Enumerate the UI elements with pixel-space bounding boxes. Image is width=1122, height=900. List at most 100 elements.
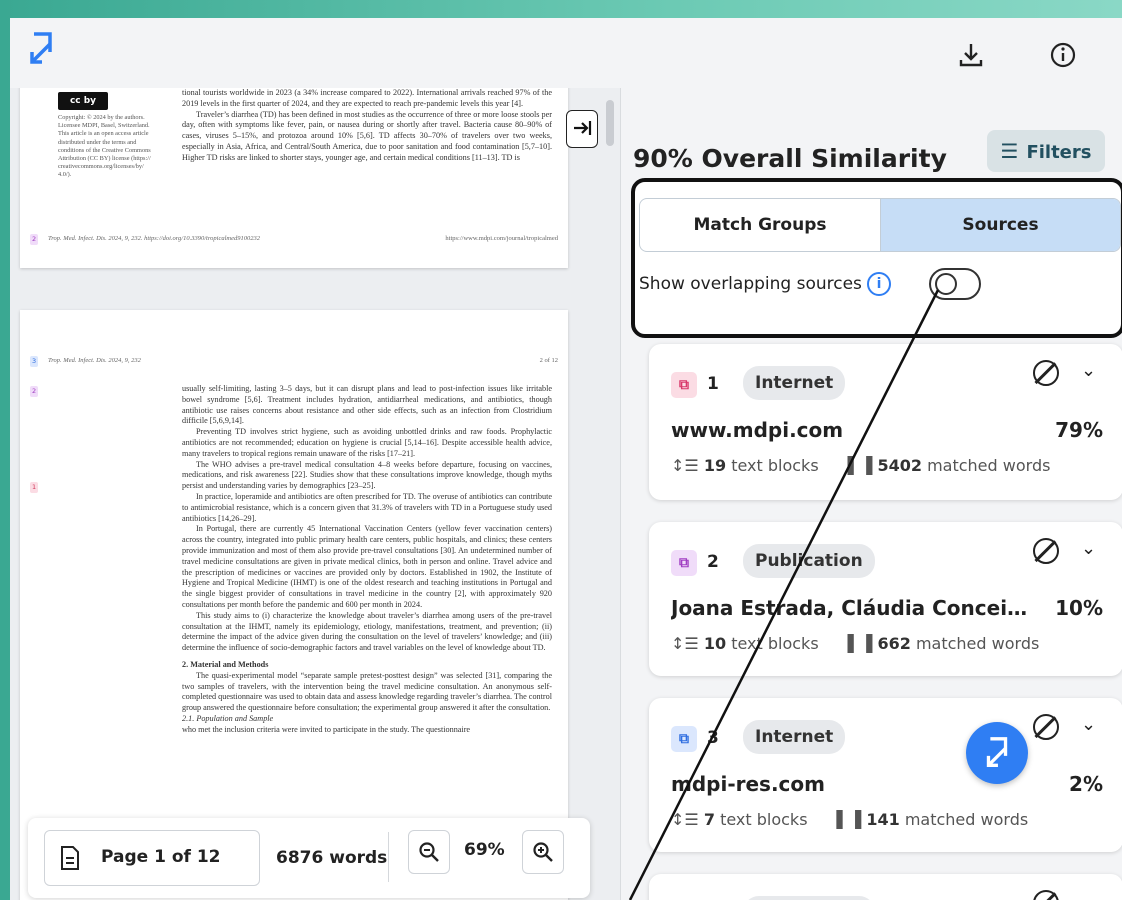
copyright-notice: Copyright: © 2024 by the authors. Licens…: [58, 114, 151, 179]
brand-logo-icon[interactable]: [26, 30, 56, 68]
source-type-icon: ⧉: [671, 726, 697, 752]
text-blocks-icon: ↕☰: [671, 634, 699, 653]
words-label: matched words: [904, 810, 1029, 829]
paragraph: In Portugal, there are currently 45 Inte…: [182, 524, 552, 609]
exclude-icon[interactable]: [1033, 714, 1059, 740]
zoom-in-icon[interactable]: [522, 830, 564, 874]
source-card[interactable]: ⧉ 3 Internet ⌄ mdpi-res.com 2% ↕☰ 7 text…: [649, 698, 1122, 852]
matched-words-icon: ▌▐: [847, 634, 873, 653]
filters-button[interactable]: ☰ Filters: [987, 130, 1105, 172]
chevron-down-icon[interactable]: ⌄: [1081, 538, 1096, 559]
source-type: Internet: [743, 720, 846, 754]
match-marker[interactable]: 2: [30, 234, 39, 245]
header-citation: Trop. Med. Infect. Dis. 2024, 9, 232: [48, 357, 141, 364]
words-count: 662: [877, 634, 911, 653]
chevron-down-icon[interactable]: ⌄: [1081, 890, 1096, 900]
paragraph: In practice, loperamide and antibiotics …: [182, 491, 552, 523]
document-viewer[interactable]: cc by Copyright: © 2024 by the authors. …: [10, 88, 620, 900]
overlap-label: Show overlapping sources: [639, 274, 862, 294]
paragraph: usually self-limiting, lasting 3–5 days,…: [182, 384, 552, 426]
paragraph: This study aims to (i) characterize the …: [182, 610, 552, 653]
divider: [388, 832, 389, 882]
text-blocks-icon: ↕☰: [671, 810, 699, 829]
tab-match-groups[interactable]: Match Groups: [640, 199, 880, 251]
matched-words-icon: ▌▐: [836, 810, 862, 829]
source-percent: 10%: [1055, 596, 1103, 620]
exclude-icon[interactable]: [1033, 360, 1059, 386]
exclude-icon[interactable]: [1033, 538, 1059, 564]
exclude-icon[interactable]: [1033, 890, 1059, 900]
blocks-count: 7: [703, 810, 715, 829]
source-meta: ↕☰ 19 text blocks ▌▐ 5402 matched words: [671, 456, 1050, 475]
cc-license-badge: cc by: [58, 92, 108, 110]
document-toolbar: Page 1 of 12 6876 words 69%: [28, 818, 590, 898]
footer-citation: Trop. Med. Infect. Dis. 2024, 9, 232. ht…: [48, 235, 260, 242]
source-type: Publication: [743, 896, 875, 900]
chevron-down-icon[interactable]: ⌄: [1081, 360, 1096, 381]
view-options-box: Match Groups Sources Show overlapping so…: [631, 178, 1122, 338]
page-header: Trop. Med. Infect. Dis. 2024, 9, 232 2 o…: [48, 356, 558, 367]
page-footer: Trop. Med. Infect. Dis. 2024, 9, 232. ht…: [48, 234, 558, 245]
tab-sources[interactable]: Sources: [880, 199, 1120, 251]
paragraph: Preventing TD involves strict hygiene, s…: [182, 427, 552, 458]
page-label: Page 1 of 12: [101, 847, 221, 867]
blocks-count: 10: [703, 634, 727, 653]
zoom-value: 69%: [464, 840, 505, 860]
view-tabs: Match Groups Sources: [639, 198, 1121, 252]
source-number: 3: [707, 728, 719, 748]
page-number: 2 of 12: [539, 357, 558, 364]
source-meta: ↕☰ 10 text blocks ▌▐ 662 matched words: [671, 634, 1039, 653]
blocks-label: text blocks: [720, 810, 808, 829]
info-icon[interactable]: [1048, 40, 1078, 70]
blocks-count: 19: [703, 456, 727, 475]
info-icon[interactable]: i: [867, 272, 891, 296]
match-marker[interactable]: 3: [30, 356, 39, 367]
words-label: matched words: [915, 634, 1040, 653]
words-count: 5402: [877, 456, 922, 475]
page-text: tional tourists worldwide in 2023 (a 34%…: [182, 88, 552, 164]
source-card[interactable]: ⧉ 2 Publication ⌄ Joana Estrada, Cláudia…: [649, 522, 1122, 676]
scrollbar-thumb[interactable]: [606, 100, 614, 146]
source-number: 1: [707, 374, 719, 394]
section-heading: 2. Material and Methods: [182, 659, 269, 669]
similarity-panel: 90% Overall Similarity ☰ Filters Match Gr…: [620, 88, 1122, 900]
overlap-toggle[interactable]: [929, 268, 981, 300]
toggle-knob: [935, 273, 957, 295]
source-meta: ↕☰ 7 text blocks ▌▐ 141 matched words: [671, 810, 1028, 829]
words-label: matched words: [927, 456, 1051, 475]
source-name[interactable]: Joana Estrada, Cláudia Conceição, ...: [671, 596, 1031, 620]
page-indicator[interactable]: Page 1 of 12: [44, 830, 260, 886]
paragraph: The WHO advises a pre-travel medical con…: [182, 459, 552, 491]
source-percent: 2%: [1069, 772, 1103, 796]
chevron-down-icon[interactable]: ⌄: [1081, 714, 1096, 735]
source-card[interactable]: ⧉ 4 Publication ⌄: [649, 874, 1122, 900]
document-page: 3 Trop. Med. Infect. Dis. 2024, 9, 232 2…: [20, 310, 568, 900]
source-type-icon: ⧉: [671, 550, 697, 576]
source-type-icon: ⧉: [671, 372, 697, 398]
page-text: usually self-limiting, lasting 3–5 days,…: [182, 384, 552, 736]
subsection-heading: 2.1. Population and Sample: [182, 713, 274, 723]
panel-title: 90% Overall Similarity: [633, 144, 947, 173]
filter-icon: ☰: [1000, 139, 1019, 163]
document-page: cc by Copyright: © 2024 by the authors. …: [20, 88, 568, 268]
source-name[interactable]: www.mdpi.com: [671, 418, 1031, 442]
source-type: Internet: [743, 366, 846, 400]
paragraph: who met the inclusion criteria were invi…: [182, 724, 471, 734]
collapse-panel-icon[interactable]: [566, 110, 598, 148]
filters-label: Filters: [1026, 142, 1092, 163]
paragraph: Traveler’s diarrhea (TD) has been define…: [182, 109, 552, 162]
match-marker[interactable]: 1: [30, 482, 39, 493]
document-icon: [59, 845, 81, 875]
footer-url: https://www.mdpi.com/journal/tropicalmed: [445, 235, 558, 242]
zoom-out-icon[interactable]: [408, 830, 450, 874]
paragraph: The quasi-experimental model “separate s…: [182, 670, 552, 713]
blocks-label: text blocks: [731, 456, 819, 475]
source-card[interactable]: ⧉ 1 Internet ⌄ www.mdpi.com 79% ↕☰ 19 te…: [649, 344, 1122, 500]
app-window: cc by Copyright: © 2024 by the authors. …: [10, 18, 1122, 900]
source-percent: 79%: [1055, 418, 1103, 442]
brand-action-icon[interactable]: [966, 722, 1028, 784]
download-icon[interactable]: [956, 40, 986, 70]
words-count: 141: [866, 810, 900, 829]
paragraph: tional tourists worldwide in 2023 (a 34%…: [182, 88, 552, 108]
match-marker[interactable]: 2: [30, 386, 39, 397]
